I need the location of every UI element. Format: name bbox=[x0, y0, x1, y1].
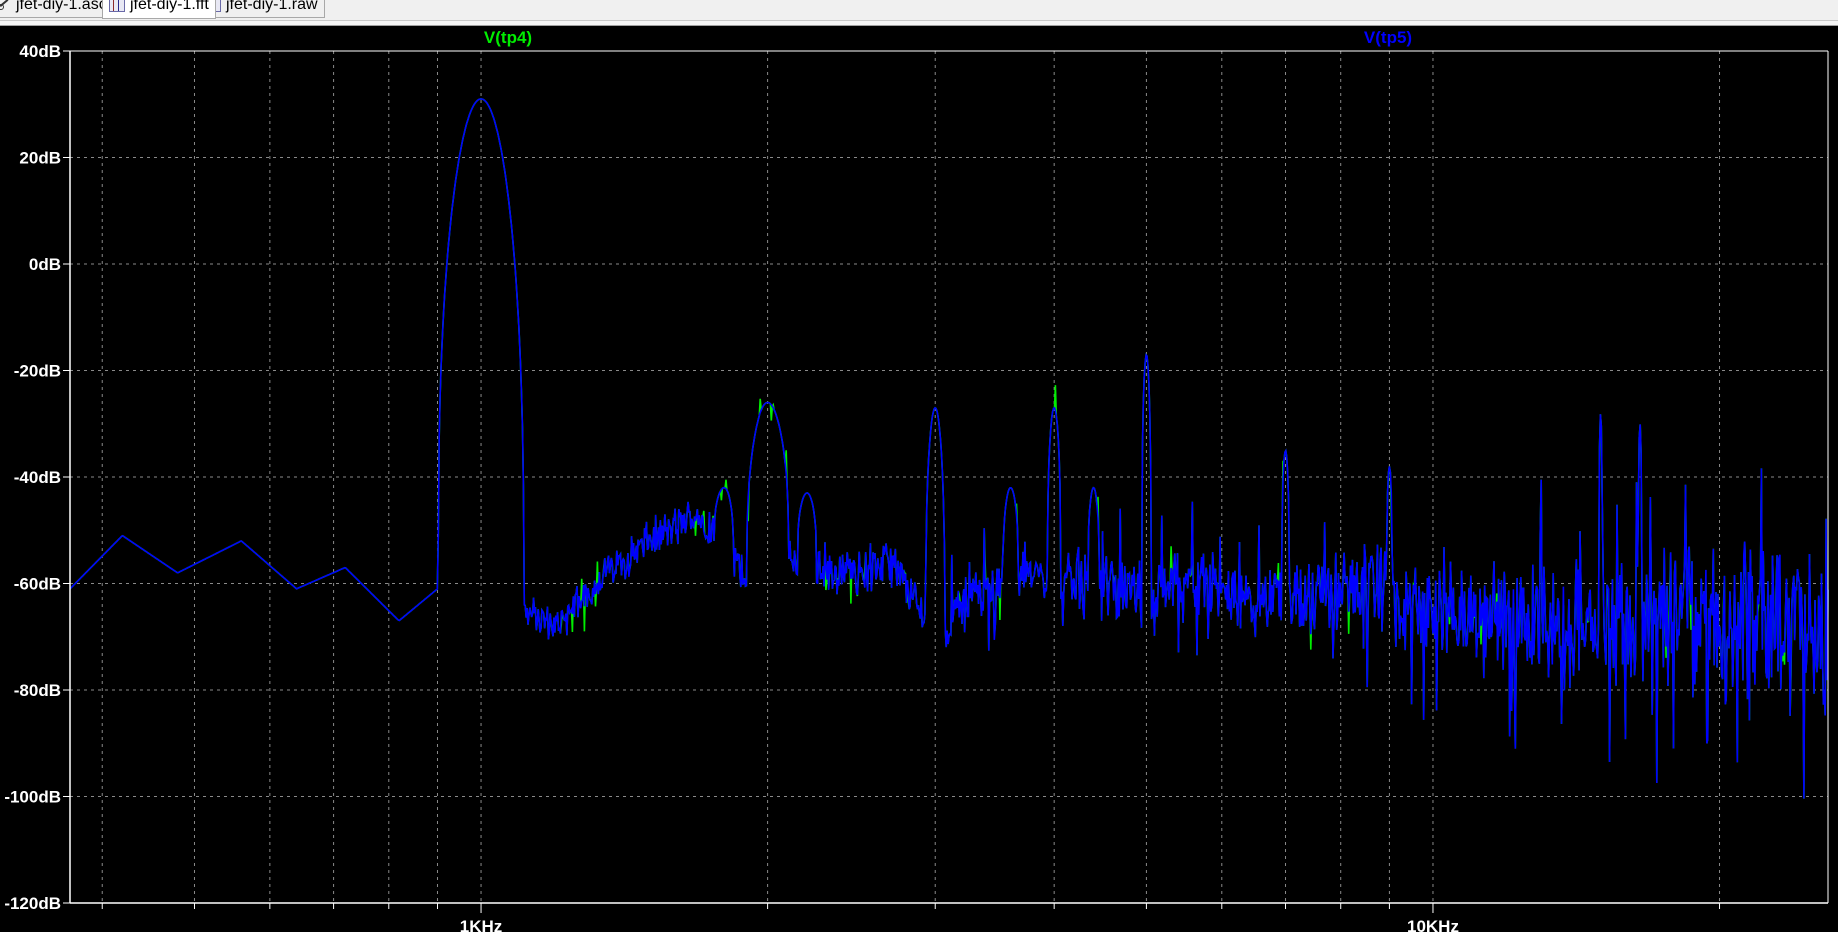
x-tick-label: 1KHz bbox=[460, 917, 503, 932]
y-tick-label: -80dB bbox=[14, 681, 61, 700]
tab-label: jfet-diy-1.raw bbox=[226, 0, 318, 13]
document-tab-bar: jfet-diy-1.asc jfet-diy-1.fft jfet-diy-1… bbox=[0, 0, 1838, 26]
x-tick-label: 10KHz bbox=[1407, 917, 1459, 932]
y-tick-label: 40dB bbox=[19, 42, 61, 61]
y-tick-label: -60dB bbox=[14, 575, 61, 594]
waveform-icon bbox=[109, 0, 125, 12]
tab-label: jfet-diy-1.fft bbox=[130, 0, 209, 13]
legend-v-tp5[interactable]: V(tp5) bbox=[1364, 28, 1412, 47]
y-tick-label: -120dB bbox=[4, 894, 61, 913]
fft-plot-pane[interactable]: 40dB 20dB 0dB -20dB -40dB -60dB -80dB -100dB -12… bbox=[0, 26, 1838, 932]
y-tick-label: 20dB bbox=[19, 149, 61, 168]
legend-v-tp4[interactable]: V(tp4) bbox=[484, 28, 532, 47]
tab-schematic[interactable]: jfet-diy-1.asc bbox=[0, 0, 114, 18]
tab-label: jfet-diy-1.asc bbox=[16, 0, 107, 13]
tab-fft[interactable]: jfet-diy-1.fft bbox=[102, 0, 216, 19]
y-tick-label: -20dB bbox=[14, 362, 61, 381]
tab-raw[interactable]: jfet-diy-1.raw bbox=[198, 0, 325, 18]
y-tick-label: -100dB bbox=[4, 788, 61, 807]
y-tick-label: -40dB bbox=[14, 468, 61, 487]
schematic-icon bbox=[0, 0, 11, 11]
y-tick-label: 0dB bbox=[29, 255, 61, 274]
